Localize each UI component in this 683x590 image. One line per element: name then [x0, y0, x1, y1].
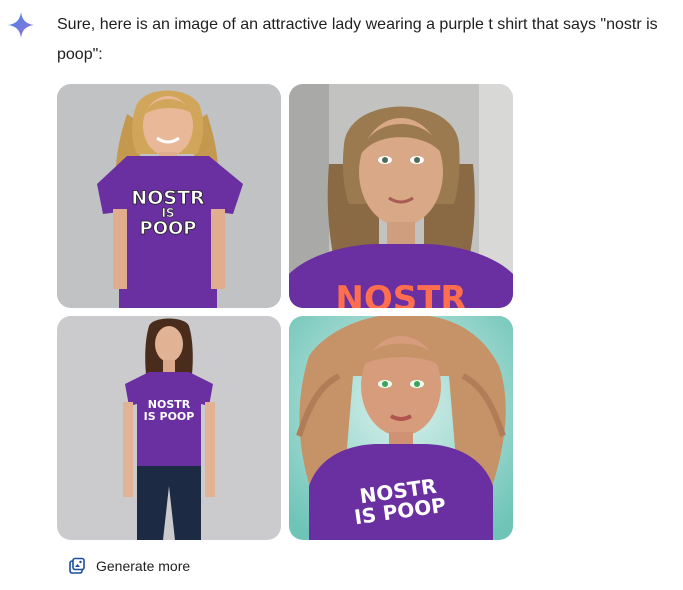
image-stack-icon: [69, 557, 85, 574]
generated-image-4[interactable]: NOSTR IS POOP: [289, 316, 513, 540]
shirt-text: NOSTR: [335, 279, 466, 308]
generated-image-1[interactable]: NOSTR IS POOP: [57, 84, 281, 308]
image-1-canvas: NOSTR IS POOP: [57, 84, 281, 308]
image-4-canvas: NOSTR IS POOP: [289, 316, 513, 540]
image-2-canvas: NOSTR: [289, 84, 513, 308]
shirt-text-line-2: IS POOP: [144, 410, 195, 423]
image-3-canvas: NOSTR IS POOP: [57, 316, 281, 540]
assistant-message: Sure, here is an image of an attractive …: [57, 16, 658, 63]
shirt-text-line-3: POOP: [140, 218, 197, 239]
sparkle-icon: [8, 12, 34, 38]
generate-more-label: Generate more: [96, 558, 191, 574]
generate-more-button[interactable]: Generate more: [62, 552, 196, 580]
generated-image-2[interactable]: NOSTR: [289, 84, 513, 308]
generated-image-3[interactable]: NOSTR IS POOP: [57, 316, 281, 540]
